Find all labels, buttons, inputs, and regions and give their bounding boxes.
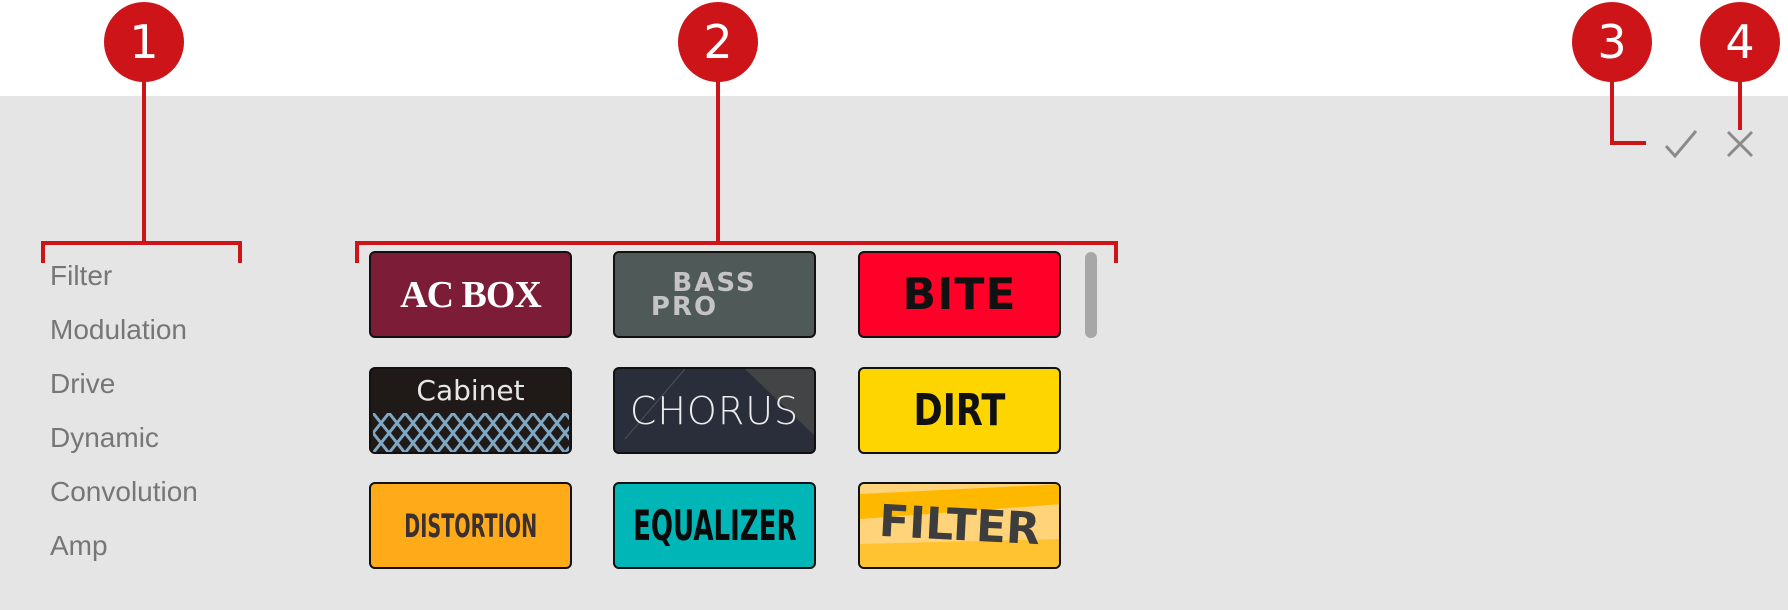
callout-4: 4: [1700, 2, 1780, 82]
tile-label: DIRT: [913, 385, 1006, 436]
callout-3: 3: [1572, 2, 1652, 82]
category-convolution[interactable]: Convolution: [50, 476, 198, 508]
callout-1-bracket-left: [41, 241, 45, 263]
effect-tile-bass-pro[interactable]: BASS PRO: [613, 251, 816, 338]
tile-label: FILTER: [877, 495, 1042, 556]
effect-tile-distortion[interactable]: DISTORTION: [369, 482, 572, 569]
tile-label: AC BOX: [400, 273, 542, 316]
callout-2-bracket-right: [1114, 241, 1118, 263]
effect-tile-bite[interactable]: BITE: [858, 251, 1061, 338]
tile-label: DISTORTION: [404, 506, 537, 545]
callout-1: 1: [104, 2, 184, 82]
callout-2-bracket-left: [355, 241, 359, 263]
callout-2-bracket: [355, 241, 1118, 245]
tile-label: EQUALIZER: [632, 501, 797, 550]
category-drive[interactable]: Drive: [50, 368, 115, 400]
category-dynamic[interactable]: Dynamic: [50, 422, 159, 454]
effect-tile-equalizer[interactable]: EQUALIZER: [613, 482, 816, 569]
callout-3-stem: [1610, 80, 1614, 145]
cancel-button[interactable]: [1723, 128, 1757, 160]
category-amp[interactable]: Amp: [50, 530, 108, 562]
tile-scrollbar[interactable]: [1085, 252, 1097, 338]
tile-label: BITE: [902, 269, 1017, 320]
callout-2-stem: [716, 80, 720, 243]
confirm-button[interactable]: [1664, 128, 1698, 160]
effect-tile-filter[interactable]: FILTER: [858, 482, 1061, 569]
tile-label: BASS: [672, 267, 757, 298]
effect-tile-cabinet[interactable]: Cabinet: [369, 367, 572, 454]
cabinet-grille-pattern: [372, 413, 569, 452]
callout-2: 2: [678, 2, 758, 82]
effect-tile-ac-box[interactable]: AC BOX: [369, 251, 572, 338]
callout-3-elbow: [1610, 141, 1646, 145]
callout-1-bracket: [41, 241, 242, 245]
tile-label-line2: PRO: [650, 291, 719, 322]
callout-4-stem: [1738, 80, 1742, 130]
effect-tile-dirt[interactable]: DIRT: [858, 367, 1061, 454]
callout-1-bracket-right: [238, 241, 242, 263]
effect-tile-chorus[interactable]: CHORUS: [613, 367, 816, 454]
checkmark-icon: [1664, 130, 1698, 159]
tile-label: CHORUS: [629, 388, 800, 433]
category-filter[interactable]: Filter: [50, 260, 112, 292]
callout-1-stem: [142, 80, 146, 243]
category-modulation[interactable]: Modulation: [50, 314, 187, 346]
tile-label: Cabinet: [416, 374, 525, 407]
close-icon: [1726, 130, 1754, 158]
